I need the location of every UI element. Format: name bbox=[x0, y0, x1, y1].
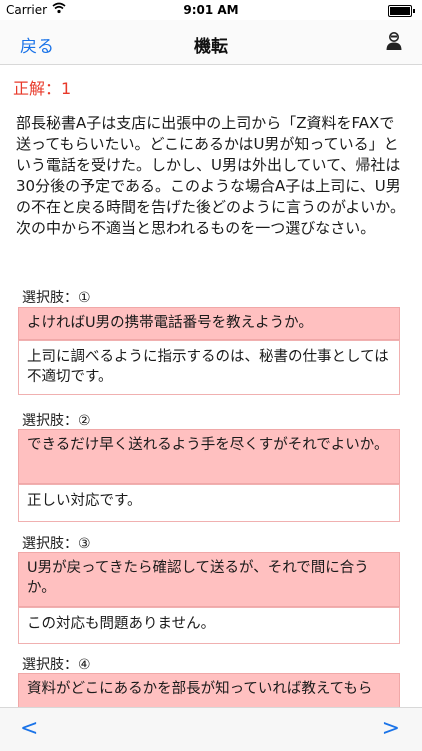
status-time: 9:01 AM bbox=[183, 3, 239, 17]
choice-option-1[interactable]: よければU男の携帯電話番号を教えようか。 bbox=[18, 307, 400, 340]
quiz-content[interactable]: 正解：1 部長秘書A子は支店に出張中の上司から「Z資料をFAXで送ってもらいたい… bbox=[0, 65, 422, 707]
choice-label-2: 選択肢：② bbox=[22, 413, 91, 429]
choice-label-3: 選択肢：③ bbox=[22, 536, 91, 552]
question-text: 部長秘書A子は支店に出張中の上司から「Z資料をFAXで送ってもらいたい。どこにあ… bbox=[16, 114, 405, 237]
choice-explanation-1: 上司に調べるように指示するのは、秘書の仕事としては不適切です。 bbox=[18, 340, 400, 395]
next-button[interactable]: > bbox=[382, 716, 400, 741]
choice-label-4: 選択肢：④ bbox=[22, 657, 91, 673]
page-title: 機転 bbox=[194, 37, 228, 57]
person-icon[interactable] bbox=[384, 31, 404, 51]
choice-explanation-3: この対応も問題ありません。 bbox=[18, 607, 400, 644]
battery-icon bbox=[388, 5, 415, 17]
choice-option-3[interactable]: U男が戻ってきたら確認して送るが、それで間に合うか。 bbox=[18, 552, 400, 607]
navigation-bar: 戻る 機転 bbox=[0, 20, 422, 65]
choice-label-1: 選択肢：① bbox=[22, 290, 91, 306]
choice-option-2[interactable]: できるだけ早く送れるよう手を尽くすがそれでよいか。 bbox=[18, 429, 400, 484]
bottom-toolbar: < > bbox=[0, 707, 422, 751]
status-bar: Carrier 9:01 AM bbox=[0, 0, 422, 20]
choice-option-4[interactable]: 資料がどこにあるかを部長が知っていれば教えてもら bbox=[18, 673, 400, 707]
correct-answer: 正解：1 bbox=[13, 79, 72, 98]
choice-explanation-2: 正しい対応です。 bbox=[18, 484, 400, 522]
previous-button[interactable]: < bbox=[20, 716, 38, 741]
